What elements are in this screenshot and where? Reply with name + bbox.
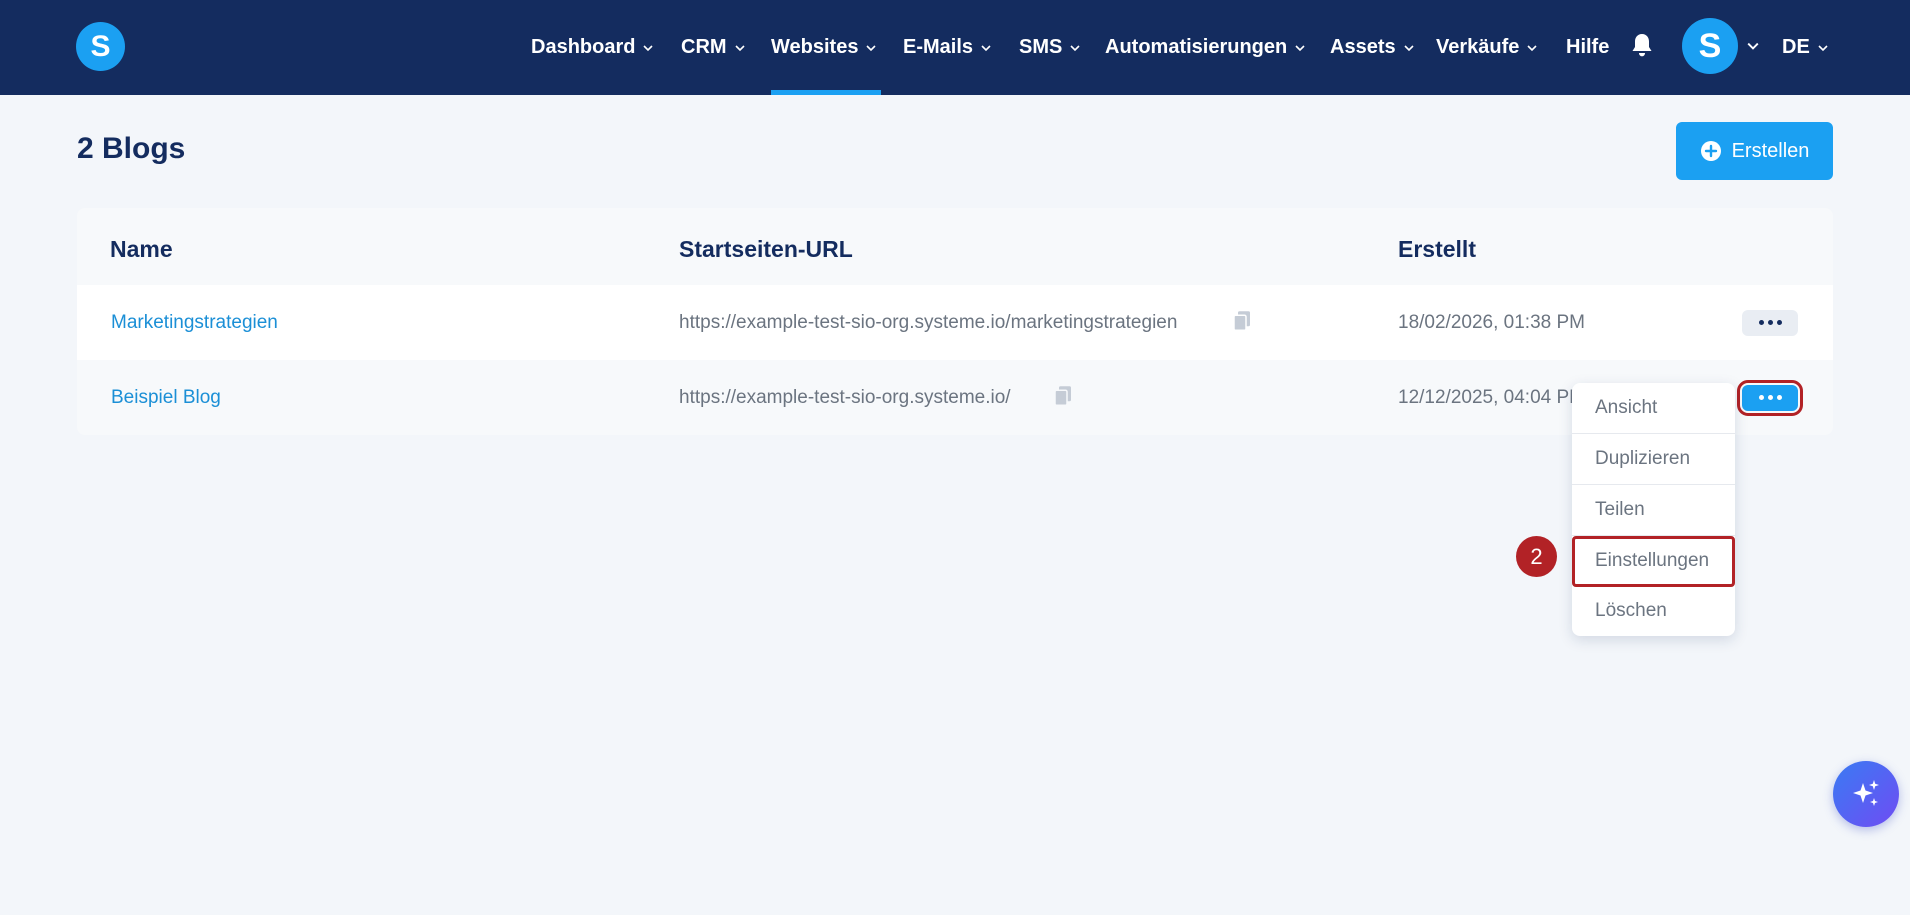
nav-label: Hilfe: [1566, 36, 1610, 58]
create-button[interactable]: Erstellen: [1676, 122, 1833, 180]
copy-icon[interactable]: [1233, 310, 1251, 332]
more-actions-button[interactable]: [1737, 379, 1803, 416]
chevron-down-icon: [1818, 44, 1828, 51]
more-actions-button[interactable]: [1742, 309, 1798, 336]
column-header-url: Startseiten-URL: [679, 236, 853, 262]
nav-label: SMS: [1019, 36, 1063, 58]
user-avatar[interactable]: S: [1682, 18, 1738, 74]
blog-name-link[interactable]: Beispiel Blog: [111, 387, 221, 409]
nav-assets[interactable]: Assets: [1330, 0, 1414, 95]
nav-automatisierungen[interactable]: Automatisierungen: [1105, 0, 1305, 95]
ai-assistant-button[interactable]: [1833, 761, 1899, 827]
nav-hilfe[interactable]: Hilfe: [1566, 0, 1609, 95]
nav-label: Dashboard: [531, 36, 636, 58]
nav-label: Websites: [771, 36, 859, 58]
nav-verkaeufe[interactable]: Verkäufe: [1436, 0, 1537, 95]
chevron-down-icon: [1070, 44, 1080, 51]
nav-crm[interactable]: CRM: [681, 0, 745, 95]
chevron-down-icon: [866, 44, 877, 51]
menu-item-einstellungen[interactable]: Einstellungen: [1572, 536, 1735, 587]
chevron-down-icon: [734, 44, 745, 51]
plus-circle-icon: [1700, 141, 1721, 161]
row-actions-menu: Ansicht Duplizieren Teilen Einstellungen…: [1572, 383, 1735, 636]
nav-label: Assets: [1330, 36, 1396, 58]
chevron-down-icon: [1295, 44, 1305, 51]
copy-icon[interactable]: [1054, 385, 1072, 407]
column-header-name: Name: [110, 236, 173, 262]
page-title: 2 Blogs: [77, 132, 186, 165]
chevron-down-icon[interactable]: [1747, 40, 1759, 52]
menu-item-ansicht[interactable]: Ansicht: [1572, 383, 1735, 434]
blog-created-date: 12/12/2025, 04:04 PM: [1398, 386, 1585, 408]
top-navigation-bar: S Dashboard CRM Websites E-Mails SMS Aut…: [0, 0, 1910, 95]
blog-name-link[interactable]: Marketingstrategien: [111, 312, 278, 334]
menu-item-teilen[interactable]: Teilen: [1572, 485, 1735, 536]
nav-websites[interactable]: Websites: [771, 0, 881, 95]
nav-label: Automatisierungen: [1105, 36, 1288, 58]
table-row: Beispiel Blog https://example-test-sio-o…: [77, 360, 1833, 435]
language-selector[interactable]: DE: [1782, 0, 1828, 95]
nav-emails[interactable]: E-Mails: [903, 0, 991, 95]
nav-label: E-Mails: [903, 36, 974, 58]
language-label: DE: [1782, 36, 1810, 58]
nav-dashboard[interactable]: Dashboard: [531, 0, 654, 95]
nav-label: Verkäufe: [1436, 36, 1520, 58]
column-header-created: Erstellt: [1398, 236, 1476, 262]
blog-created-date: 18/02/2026, 01:38 PM: [1398, 311, 1585, 333]
bell-icon[interactable]: [1630, 32, 1654, 58]
sparkle-icon: [1853, 780, 1879, 806]
create-button-label: Erstellen: [1731, 139, 1810, 162]
chevron-down-icon: [1527, 44, 1537, 51]
blog-url: https://example-test-sio-org.systeme.io/…: [679, 311, 1178, 333]
menu-item-duplizieren[interactable]: Duplizieren: [1572, 434, 1735, 485]
chevron-down-icon: [981, 44, 991, 51]
chevron-down-icon: [643, 44, 654, 51]
more-dots-icon: [1758, 320, 1764, 325]
table-row: Marketingstrategien https://example-test…: [77, 285, 1833, 360]
menu-item-loeschen[interactable]: Löschen: [1572, 585, 1735, 636]
nav-sms[interactable]: SMS: [1019, 0, 1080, 95]
chevron-down-icon: [1404, 44, 1414, 51]
blog-url: https://example-test-sio-org.systeme.io/: [679, 386, 1011, 408]
more-dots-icon: [1758, 395, 1764, 400]
app-logo[interactable]: S: [76, 22, 125, 71]
step-number-badge: 2: [1516, 536, 1557, 577]
nav-label: CRM: [681, 36, 727, 58]
